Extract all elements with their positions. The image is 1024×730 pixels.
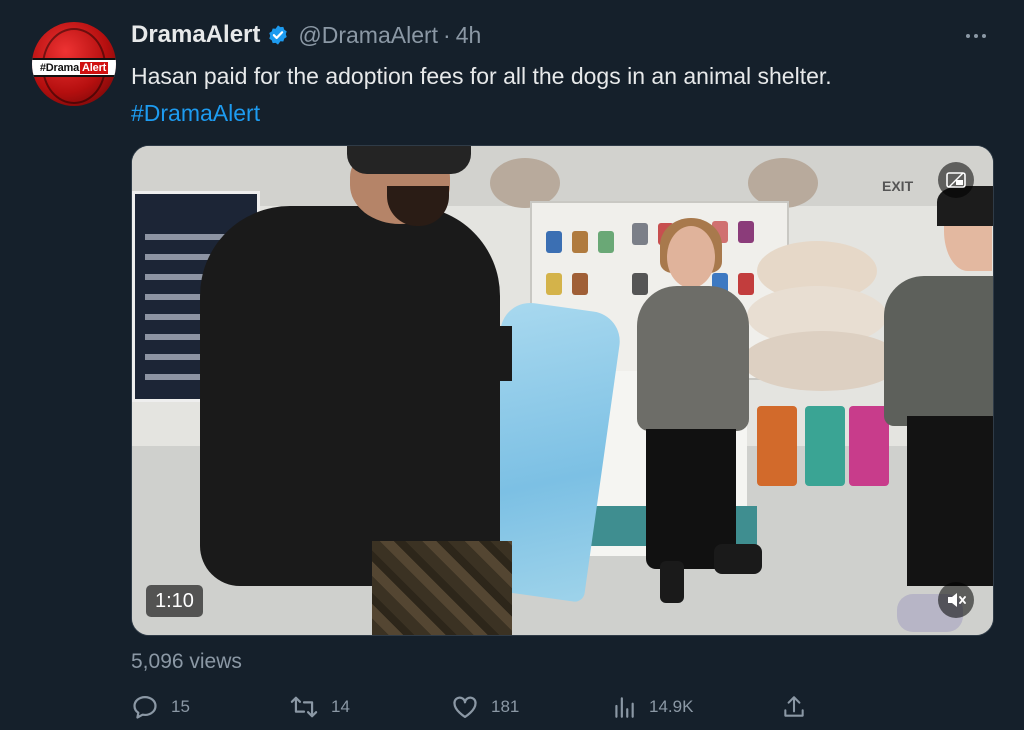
more-dot-icon: [982, 34, 986, 38]
views-button[interactable]: 14.9K: [611, 690, 693, 724]
more-dot-icon: [974, 34, 978, 38]
retweet-icon: [290, 696, 318, 718]
picture-in-picture-button[interactable]: [938, 162, 974, 198]
tweet-text: Hasan paid for the adoption fees for all…: [131, 58, 991, 132]
avatar-logo-text-left: #Drama: [39, 61, 80, 74]
hashtag-link[interactable]: #DramaAlert: [131, 95, 991, 132]
dog-bed: [742, 331, 902, 391]
avatar-logo-text: #Drama Alert: [32, 58, 116, 77]
speaker-muted-icon: [948, 593, 966, 607]
reply-icon: [133, 695, 157, 719]
view-count-text: 5,096 views: [131, 650, 242, 673]
reply-count: 15: [171, 697, 190, 716]
separator-dot: ·: [443, 21, 451, 48]
verified-badge-icon: [269, 25, 288, 45]
tweet-header: DramaAlert @DramaAlert · 4h: [131, 19, 481, 51]
share-button[interactable]: [781, 690, 807, 724]
person-woman-shoe: [660, 561, 684, 603]
exit-sign: EXIT: [882, 178, 914, 194]
video-player[interactable]: EXIT 1:10: [131, 145, 994, 636]
heart-icon: [453, 696, 477, 719]
action-bar: 15 14 181 14.9K: [131, 690, 991, 726]
retweet-button[interactable]: 14: [289, 690, 350, 724]
person-woman: [637, 286, 749, 431]
video-frame-ceiling: [132, 146, 993, 206]
person-man-pants: [372, 541, 512, 635]
picture-in-picture-icon: [946, 172, 966, 188]
timestamp[interactable]: 4h: [456, 22, 482, 49]
person-woman-shoe: [714, 544, 762, 574]
tweet: #Drama Alert DramaAlert @DramaAlert · 4h …: [0, 0, 1024, 730]
tweet-body: Hasan paid for the adoption fees for all…: [131, 63, 832, 89]
analytics-bar-icon: [615, 697, 634, 718]
person-man-cap: [347, 146, 471, 174]
views-count: 14.9K: [649, 697, 694, 716]
handle[interactable]: @DramaAlert: [298, 22, 438, 49]
reply-button[interactable]: 15: [131, 690, 190, 724]
person-right-woman-legs: [907, 416, 993, 586]
mute-button[interactable]: [938, 582, 974, 618]
more-dot-icon: [966, 34, 970, 38]
person-man-arm: [482, 326, 512, 381]
person-man: [200, 206, 500, 586]
retweet-count: 14: [331, 697, 350, 716]
more-options-button[interactable]: [956, 24, 996, 48]
person-woman-head: [667, 226, 715, 288]
like-button[interactable]: 181: [451, 690, 519, 724]
video-duration: 1:10: [146, 585, 203, 617]
avatar-logo-text-right: Alert: [80, 61, 109, 74]
display-name[interactable]: DramaAlert: [131, 21, 260, 49]
person-right-woman: [884, 276, 993, 426]
like-count: 181: [491, 697, 520, 716]
share-upload-icon: [784, 696, 804, 717]
avatar[interactable]: #Drama Alert: [32, 22, 116, 106]
